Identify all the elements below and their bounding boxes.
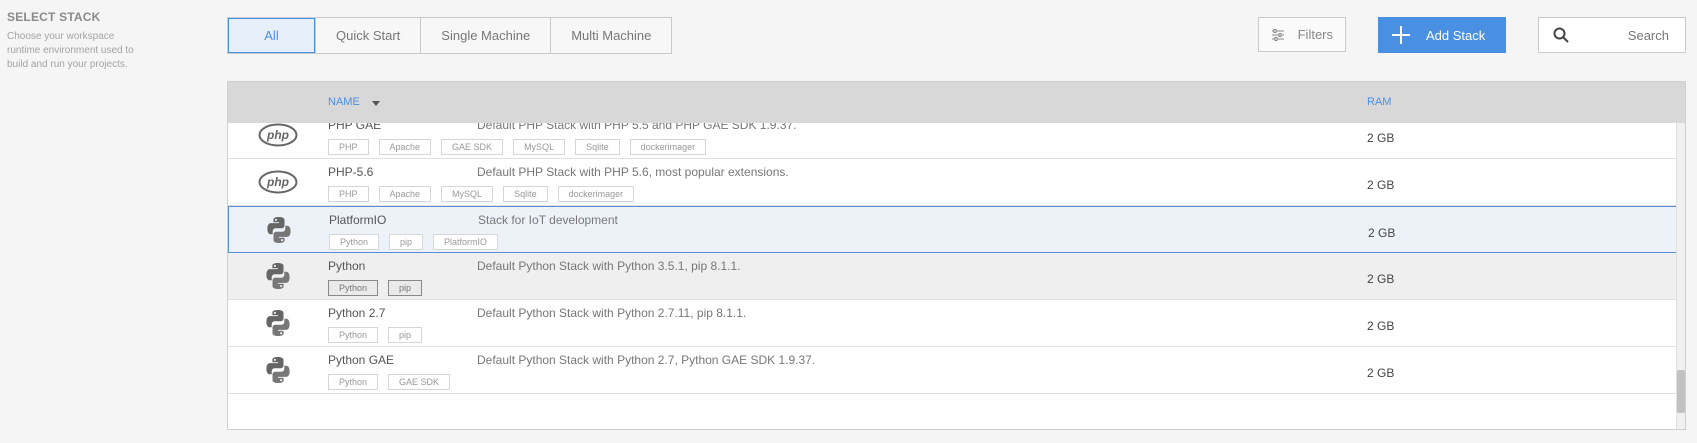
stack-tag[interactable]: Apache — [378, 139, 432, 155]
tab-single-machine[interactable]: Single Machine — [421, 18, 552, 53]
stack-tag[interactable]: Python — [329, 234, 380, 250]
stack-name: PHP-5.6 — [328, 165, 374, 179]
svg-text:php: php — [266, 175, 289, 189]
table-row[interactable]: Python 2.7 Default Python Stack with Pyth… — [228, 300, 1680, 347]
stack-filter-tabs: All Quick Start Single Machine Multi Machin… — [227, 17, 673, 54]
stack-tag[interactable]: Sqlite — [575, 139, 620, 155]
stack-name: Python — [328, 259, 366, 273]
table-row[interactable]: Python GAE Default Python Stack with Pyth… — [228, 347, 1680, 394]
table-header: NAME RAM — [228, 82, 1685, 123]
tab-quick-start[interactable]: Quick Start — [316, 18, 422, 53]
stack-tag[interactable]: PHP — [328, 139, 369, 155]
scrollbar-thumb[interactable] — [1677, 370, 1685, 413]
stack-description: Default Python Stack with Python 2.7, Py… — [477, 353, 816, 367]
stack-tags: PHP Apache GAE SDK MySQL Sqlite dockerimager — [328, 139, 716, 155]
stack-tag[interactable]: Apache — [378, 186, 432, 202]
python-icon — [256, 261, 300, 291]
section-title: SELECT STACK — [7, 10, 101, 24]
add-stack-button[interactable]: Add Stack — [1378, 17, 1506, 53]
stack-tags: Python pip PlatformIO — [329, 234, 508, 250]
stack-tag[interactable]: Python — [328, 280, 379, 296]
stack-tag[interactable]: dockerimager — [629, 139, 707, 155]
stack-description: Default Python Stack with Python 3.5.1, … — [477, 259, 741, 273]
stack-description: Default Python Stack with Python 2.7.11,… — [477, 306, 747, 320]
php-icon: php — [256, 120, 300, 150]
name-header-label: NAME — [328, 96, 360, 108]
stack-tag[interactable]: pip — [388, 327, 423, 343]
search-input[interactable] — [1577, 26, 1671, 44]
svg-text:php: php — [266, 128, 289, 142]
filters-label: Filters — [1297, 27, 1333, 42]
sliders-icon — [1272, 28, 1284, 41]
search-box — [1538, 17, 1686, 53]
search-icon — [1553, 27, 1569, 43]
table-row[interactable]: php PHP-5.6 Default PHP Stack with PHP 5.6… — [228, 159, 1680, 206]
stack-tag[interactable]: Python — [328, 374, 379, 390]
stack-tag[interactable]: pip — [389, 234, 424, 250]
stack-ram: 2 GB — [1367, 272, 1395, 286]
stack-tag[interactable]: MySQL — [513, 139, 566, 155]
stack-tag[interactable]: GAE SDK — [388, 374, 451, 390]
section-description: Choose your workspace runtime environmen… — [7, 31, 134, 70]
stack-tag[interactable]: Sqlite — [503, 186, 548, 202]
plus-icon — [1392, 26, 1410, 44]
stack-tags: Python pip — [328, 280, 432, 296]
name-column-header[interactable]: NAME — [328, 96, 380, 108]
python-icon — [256, 308, 300, 338]
vertical-scrollbar[interactable] — [1676, 123, 1685, 429]
stack-tag[interactable]: dockerimager — [557, 186, 635, 202]
stack-tag[interactable]: Python — [328, 327, 379, 343]
stack-ram: 2 GB — [1367, 366, 1395, 380]
select-stack-panel: SELECT STACK Choose your workspace runti… — [7, 10, 137, 72]
add-stack-label: Add Stack — [1426, 27, 1486, 43]
ram-column-header[interactable]: RAM — [1367, 96, 1391, 108]
stack-name: Python GAE — [328, 353, 395, 367]
table-body: php PHP GAE Default PHP Stack with PHP 5.5… — [228, 82, 1680, 429]
stack-ram: 2 GB — [1367, 131, 1395, 145]
stack-description: Stack for IoT development — [478, 213, 618, 227]
python-icon — [256, 355, 300, 385]
stack-name: Python 2.7 — [328, 306, 386, 320]
table-row[interactable]: PlatformIO Stack for IoT development Pytho… — [228, 206, 1680, 253]
stack-tag[interactable]: GAE SDK — [441, 139, 504, 155]
stack-ram: 2 GB — [1367, 178, 1395, 192]
sort-caret-icon — [371, 100, 380, 106]
tab-all[interactable]: All — [228, 18, 316, 53]
stack-table: NAME RAM php PHP GAE Default PHP Stack wit… — [227, 81, 1686, 430]
stack-tags: Python GAE SDK — [328, 374, 460, 390]
php-icon: php — [256, 167, 300, 197]
stack-name: PlatformIO — [329, 213, 387, 227]
stack-ram: 2 GB — [1368, 226, 1396, 240]
stack-tags: Python pip — [328, 327, 432, 343]
table-row[interactable]: Python Default Python Stack with Python 3… — [228, 253, 1680, 300]
stack-ram: 2 GB — [1367, 319, 1395, 333]
tab-multi-machine[interactable]: Multi Machine — [551, 18, 671, 53]
filters-button[interactable]: Filters — [1258, 17, 1346, 52]
stack-tags: PHP Apache MySQL Sqlite dockerimager — [328, 186, 644, 202]
python-icon — [257, 215, 301, 245]
stack-tag[interactable]: MySQL — [441, 186, 494, 202]
stack-description: Default PHP Stack with PHP 5.6, most pop… — [477, 165, 789, 179]
stack-tag[interactable]: PHP — [328, 186, 369, 202]
stack-tag[interactable]: pip — [388, 280, 423, 296]
stack-tag[interactable]: PlatformIO — [433, 234, 499, 250]
